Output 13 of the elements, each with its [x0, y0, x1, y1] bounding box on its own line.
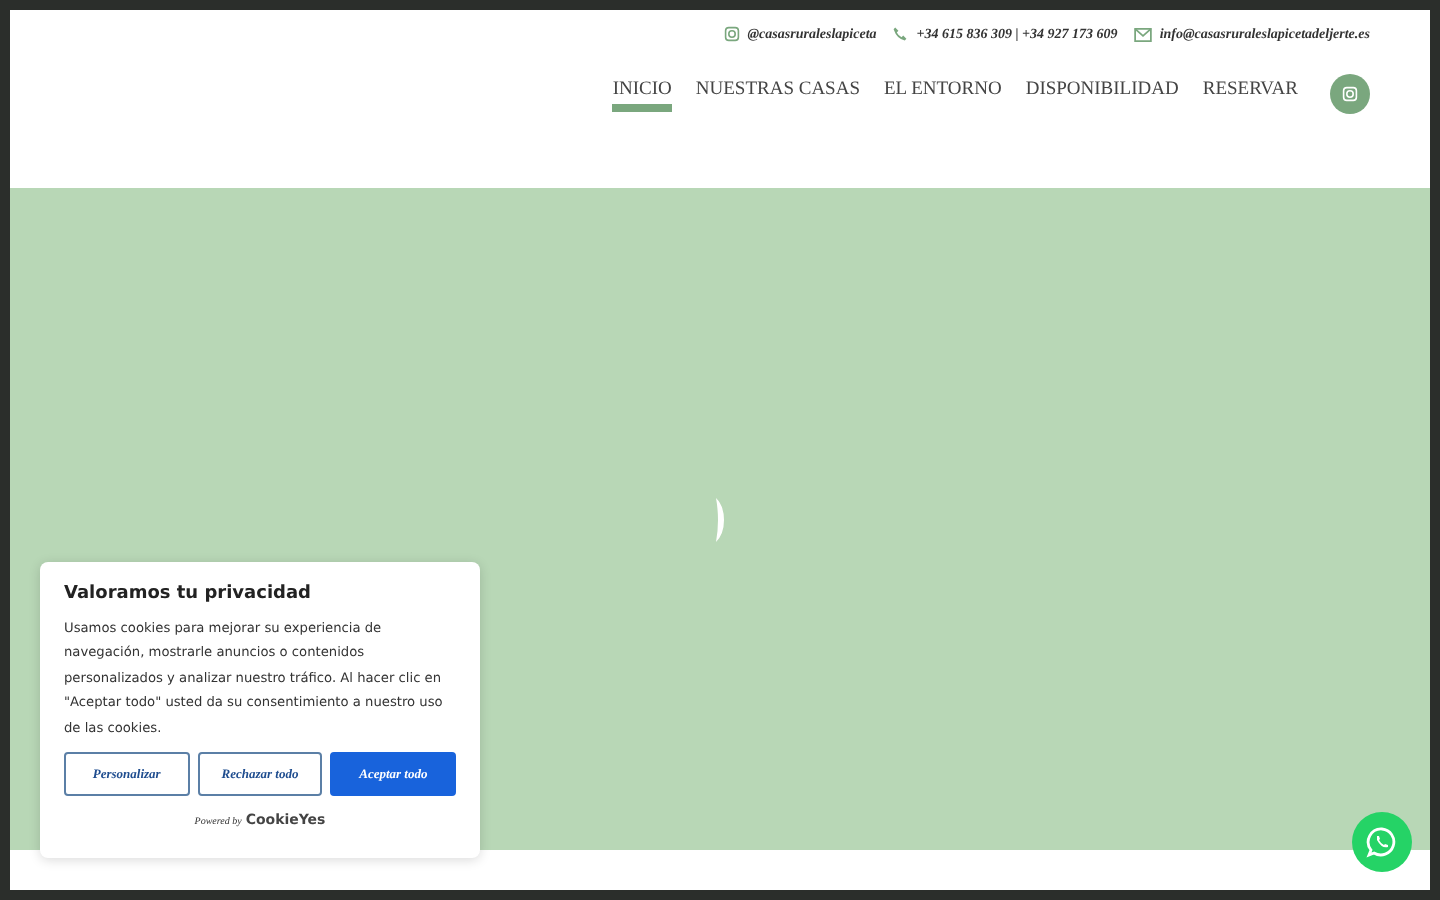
cookie-title: Valoramos tu privacidad — [64, 584, 314, 604]
phone-icon — [892, 26, 909, 42]
nav-link[interactable]: RESERVAR — [1202, 76, 1298, 112]
mail-icon — [1133, 27, 1152, 41]
whatsapp-icon — [1366, 826, 1398, 858]
nav-link[interactable]: NUESTRAS CASAS — [695, 76, 860, 112]
loading-icon — [716, 497, 724, 541]
nav-link[interactable]: DISPONIBILIDAD — [1025, 76, 1179, 112]
nav-link[interactable]: EL ENTORNO — [883, 76, 1002, 112]
instagram-button[interactable] — [1330, 74, 1370, 114]
nav-link[interactable]: INICIO — [612, 76, 672, 112]
instagram-icon — [723, 26, 740, 42]
instagram-icon — [1342, 86, 1358, 102]
